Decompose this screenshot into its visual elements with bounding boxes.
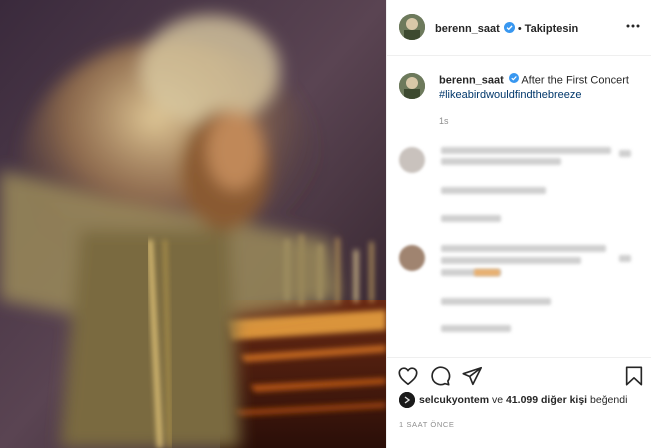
header-separator: • — [517, 23, 522, 35]
author-username[interactable]: berenn_saat — [435, 23, 500, 35]
bookmark-icon[interactable] — [623, 365, 645, 387]
verified-badge-icon — [503, 20, 515, 38]
author-avatar[interactable] — [399, 14, 425, 40]
caption-avatar[interactable] — [399, 73, 425, 99]
caption-username[interactable]: berenn_saat — [439, 74, 504, 86]
blurred-text — [441, 257, 581, 264]
caption-avatar-image — [399, 73, 425, 99]
photo-image — [0, 0, 386, 448]
blurred-text — [441, 158, 561, 165]
post-side-panel: berenn_saat • Takiptesin berenn_saat Aft… — [386, 0, 651, 448]
blurred-comment-avatar — [399, 147, 425, 173]
likes-suffix: beğendi — [590, 394, 628, 406]
comment-icon[interactable] — [429, 365, 451, 387]
caption-text: berenn_saat After the First Concert #lik… — [439, 73, 644, 103]
blurred-like — [619, 255, 631, 262]
post-time-ago[interactable]: 1 SAAT ÖNCE — [399, 420, 455, 429]
caption-verified-icon — [508, 73, 519, 88]
send-icon[interactable] — [461, 365, 483, 387]
caption-hashtag[interactable]: #likeabirdwouldfindthebreeze — [439, 89, 581, 101]
likes-count[interactable]: 41.099 diğer kişi — [506, 394, 587, 406]
avatar-image — [399, 14, 425, 40]
header-identity: berenn_saat • Takiptesin — [435, 20, 578, 38]
liker-avatar[interactable] — [399, 392, 415, 408]
blurred-emoji — [474, 269, 500, 276]
blurred-text — [441, 325, 511, 332]
post-photo[interactable] — [0, 0, 386, 448]
blurred-like — [619, 150, 631, 157]
heart-icon[interactable] — [397, 365, 419, 387]
blurred-text — [441, 215, 501, 222]
likes-summary: selcukyontem ve 41.099 diğer kişi beğend… — [399, 392, 644, 408]
instagram-post: berenn_saat • Takiptesin berenn_saat Aft… — [0, 0, 651, 448]
blurred-text — [441, 187, 546, 194]
more-horizontal-icon[interactable] — [625, 18, 641, 34]
blurred-text — [441, 147, 611, 154]
blurred-text — [441, 245, 606, 252]
post-header: berenn_saat • Takiptesin — [387, 0, 651, 56]
post-actions — [387, 357, 651, 396]
blurred-text — [441, 298, 551, 305]
caption-body: After the First Concert — [521, 74, 629, 87]
blurred-comment-avatar — [399, 245, 425, 271]
likes-connector: ve — [491, 394, 504, 406]
follow-state[interactable]: Takiptesin — [525, 23, 579, 35]
liker-username[interactable]: selcukyontem — [419, 394, 489, 406]
caption-time[interactable]: 1s — [439, 116, 449, 126]
